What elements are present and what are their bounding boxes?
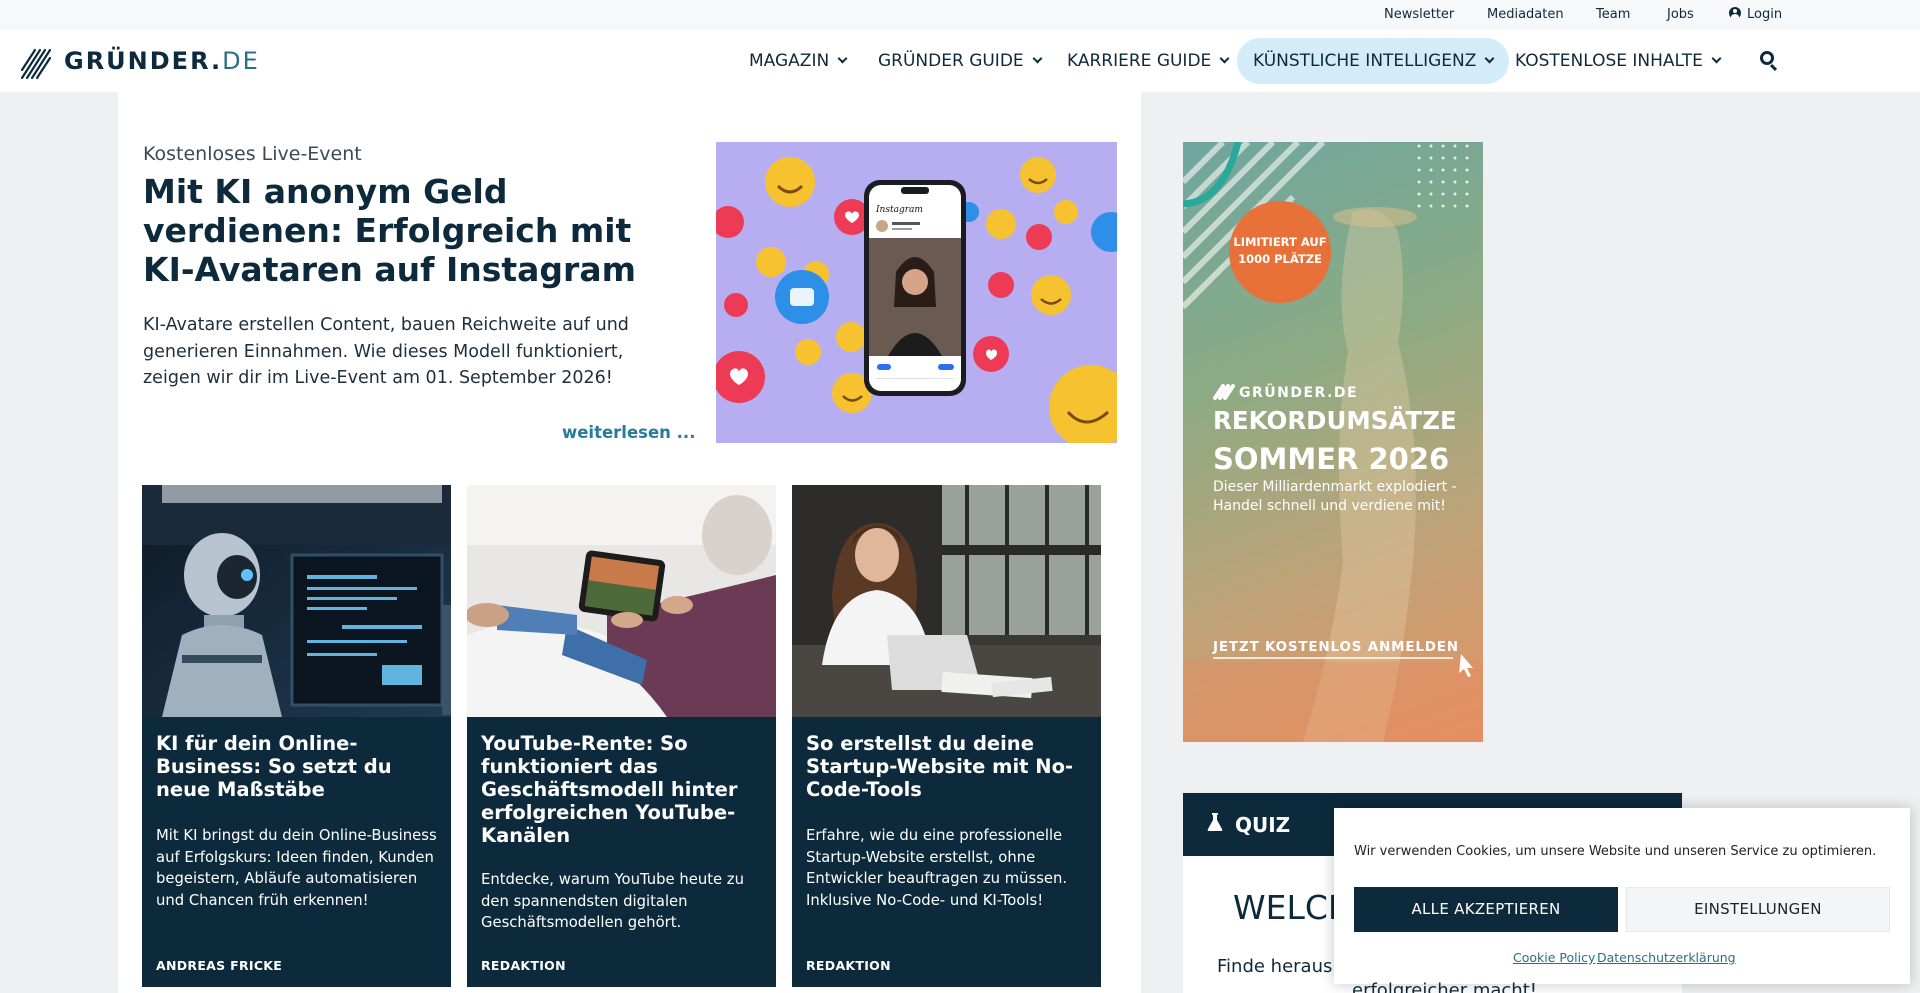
cookie-message: Wir verwenden Cookies, um unsere Website… [1354,844,1877,859]
hero-kicker: Kostenloses Live-Event [143,143,362,165]
quiz-label: QUIZ [1235,813,1291,837]
search-icon[interactable] [1760,51,1774,65]
card-title[interactable]: So erstellst du deine Startup-Website mi… [806,732,1088,801]
chevron-down-icon [1484,53,1495,64]
newsletter-link[interactable]: Newsletter [1384,7,1454,22]
login-label: Login [1747,7,1783,22]
card-description: Erfahre, wie du eine professionelle Star… [806,827,1068,909]
ad-subline: Dieser Milliardenmarkt explodiert - Hand… [1213,479,1457,514]
flask-icon [1207,813,1223,831]
ad-banner[interactable]: LIMITIERT AUF 1000 PLÄTZE GRÜNDER.DE REKO… [1183,142,1483,742]
ad-headline: REKORDUMSÄTZE [1213,406,1457,435]
chevron-down-icon [837,53,848,64]
chevron-down-icon [1711,53,1722,64]
card-title[interactable]: KI für dein Online-Business: So setzt du… [156,732,438,801]
quiz-text-overflow: erfolgreicher macht! [1352,980,1537,993]
main-header: GRÜNDER.DE MAGAZIN GRÜNDER GUIDE KARRIER… [0,30,1920,92]
card-author: REDAKTION [806,958,891,973]
site-logo[interactable]: GRÜNDER.DE [20,42,260,80]
ad-brand: GRÜNDER.DE [1239,385,1359,401]
privacy-policy-link[interactable]: Datenschutzerklärung [1597,950,1736,965]
card-author: ANDREAS FRICKE [156,958,283,973]
cookie-banner: Wir verwenden Cookies, um unsere Website… [1334,808,1910,984]
chevron-down-icon [1032,53,1043,64]
hero-teaser: KI-Avatare erstellen Content, bauen Reic… [143,315,629,388]
cookie-settings-button[interactable]: EINSTELLUNGEN [1626,887,1890,932]
team-link[interactable]: Team [1596,7,1630,22]
hero-image[interactable]: Instagram [716,142,1117,443]
hero-title[interactable]: Mit KI anonym Geld verdienen: Erfolgreic… [143,172,673,289]
accept-all-button[interactable]: ALLE AKZEPTIEREN [1354,887,1618,932]
card-description: Mit KI bringst du dein Online-Business a… [156,827,437,909]
cookie-policy-link[interactable]: Cookie Policy [1513,950,1595,965]
login-link[interactable]: Login [1729,7,1782,22]
logo-wordmark: GRÜNDER.DE [64,47,260,75]
card-image-office[interactable] [792,485,1101,717]
article-card[interactable]: YouTube-Rente: So funktioniert das Gesch… [467,485,776,987]
card-image-robot[interactable] [142,485,451,717]
nav-karriere-guide[interactable]: KARRIERE GUIDE [1051,38,1244,84]
card-title[interactable]: YouTube-Rente: So funktioniert das Gesch… [481,732,763,847]
nav-gruender-guide[interactable]: GRÜNDER GUIDE [862,38,1057,84]
ad-cta[interactable]: JETZT KOSTENLOS ANMELDEN [1213,639,1459,655]
article-card[interactable]: So erstellst du deine Startup-Website mi… [792,485,1101,987]
article-card[interactable]: KI für dein Online-Business: So setzt du… [142,485,451,987]
mediadaten-link[interactable]: Mediadaten [1487,7,1564,22]
card-author: REDAKTION [481,958,566,973]
nav-magazin[interactable]: MAGAZIN [733,38,862,84]
read-more-link[interactable]: weiterlesen ... [562,423,695,442]
ad-badge: LIMITIERT AUF 1000 PLÄTZE [1233,235,1327,266]
ad-headline-year: SOMMER 2026 [1213,442,1450,476]
jobs-link[interactable]: Jobs [1667,7,1694,22]
nav-kuenstliche-intelligenz[interactable]: KÜNSTLICHE INTELLIGENZ [1237,38,1510,84]
nav-kostenlose-inhalte[interactable]: KOSTENLOSE INHALTE [1499,38,1736,84]
top-utility-bar: Newsletter Mediadaten Team Jobs Login [0,0,1920,30]
chevron-down-icon [1219,53,1230,64]
card-description: Entdecke, warum YouTube heute zu den spa… [481,871,744,931]
user-circle-icon [1729,7,1741,19]
card-image-tablet[interactable] [467,485,776,717]
logo-hatch-icon [20,48,52,80]
svg-text:Instagram: Instagram [875,205,923,215]
